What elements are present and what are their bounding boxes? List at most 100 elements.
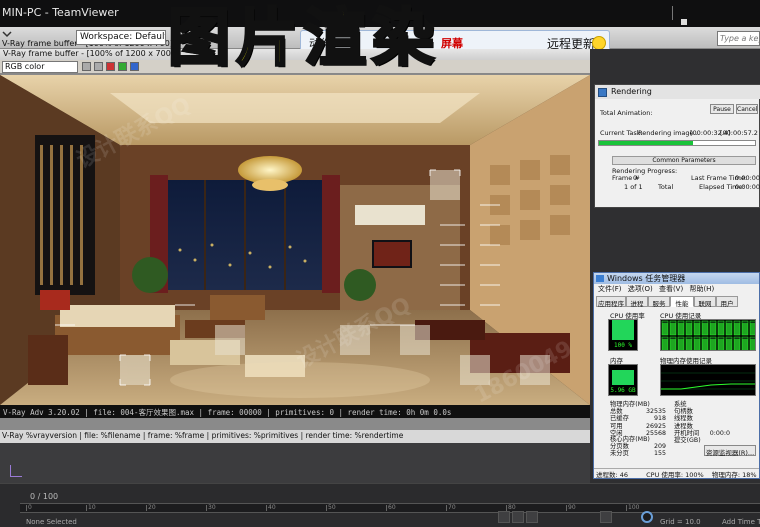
stat-value: 209	[653, 443, 666, 451]
pause-button[interactable]: Pause	[710, 104, 734, 114]
tab-applications[interactable]: 应用程序	[596, 296, 626, 308]
cpu-core-fill	[750, 339, 755, 350]
menu-options[interactable]: 选项(O)	[628, 285, 653, 293]
cpu-core-fill	[710, 323, 716, 335]
common-parameters-header[interactable]: Common Parameters	[612, 156, 756, 165]
timeline-tick-label: 90	[568, 504, 576, 511]
vray-frame-buffer: V-Ray frame buffer - [100% of 1200 x 700…	[0, 49, 590, 444]
cpu-core-fill	[670, 339, 676, 350]
cpu-core-grid	[661, 320, 755, 350]
blue-channel-icon[interactable]	[130, 62, 139, 71]
cpu-usage-meter: 100 %	[608, 319, 638, 351]
memory-history-plot	[661, 372, 755, 390]
stat-key: 已缓存	[610, 415, 629, 423]
kernel-memory-stats: 核心内存(MB) 分页数 209 未分页 155	[610, 436, 666, 458]
workspace-select[interactable]: Workspace: Default	[76, 30, 166, 45]
play-backward-icon[interactable]	[498, 511, 510, 523]
timeline-tick-label: 0	[28, 504, 32, 511]
chevron-down-icon[interactable]	[2, 29, 12, 39]
cpu-core-fill	[750, 323, 755, 335]
render-progress-bar	[598, 140, 756, 146]
cpu-core-fill	[734, 323, 740, 335]
timeline-tick	[146, 505, 147, 511]
menu-view[interactable]: 查看(V)	[659, 285, 683, 293]
kernel-memory-rows: 分页数 209 未分页 155	[610, 443, 666, 457]
restore-icon[interactable]	[681, 19, 687, 25]
stat-value: 32535	[645, 408, 666, 416]
tab-users[interactable]: 用户	[716, 296, 738, 308]
cpu-core-fill	[686, 339, 692, 350]
stat-row: 线程数	[674, 415, 730, 422]
physical-memory-rows: 总数 32535 已缓存 918 可用 26925 空闲 25568	[610, 408, 666, 437]
cpu-core-fill	[662, 323, 668, 335]
add-time-tag-button[interactable]: Add Time Tag	[722, 518, 760, 526]
cpu-core-fill	[710, 339, 716, 350]
stat-value: 26925	[645, 422, 666, 430]
memory-value: 5.96 GB	[610, 387, 636, 394]
teamviewer-title: MIN-PC - TeamViewer	[2, 6, 119, 19]
cpu-core-fill	[694, 323, 700, 335]
play-icon[interactable]	[512, 511, 524, 523]
cpu-core-fill	[686, 323, 692, 335]
cpu-usage-value: 100 %	[613, 342, 633, 349]
timeline-tick-label: 80	[508, 504, 516, 511]
timeline-tick-label: 60	[388, 504, 396, 511]
channel-select[interactable]: RGB color	[2, 61, 78, 73]
max-render-stamp: V-Ray %vrayversion | file: %filename | f…	[0, 430, 590, 443]
frame-counter: 0 / 100	[30, 492, 59, 501]
total-label: Total	[658, 183, 674, 191]
green-channel-icon[interactable]	[118, 62, 127, 71]
cpu-core-fill	[734, 339, 740, 350]
tab-networking[interactable]: 联网	[694, 296, 716, 308]
timeline-tick	[626, 505, 627, 511]
stat-row: 进程数	[674, 423, 730, 430]
tab-processes[interactable]: 进程	[626, 296, 648, 308]
tab-performance[interactable]: 性能	[670, 296, 694, 308]
menu-file[interactable]: 文件(F)	[598, 285, 622, 293]
cpu-usage-fill	[612, 320, 634, 340]
tab-services[interactable]: 服务	[648, 296, 670, 308]
save-icon[interactable]	[82, 62, 91, 71]
key-mode-icon[interactable]	[600, 511, 612, 523]
timeline-tick	[206, 505, 207, 511]
next-frame-icon[interactable]	[526, 511, 538, 523]
living-room-render	[0, 75, 590, 405]
resource-monitor-button[interactable]: 资源监视器(R)...	[704, 445, 756, 457]
cpu-core-fill	[702, 339, 708, 350]
timeline-tick-label: 30	[208, 504, 216, 511]
time-config-knob[interactable]	[641, 511, 653, 523]
stat-row: 未分页 155	[610, 450, 666, 457]
axis-gizmo	[10, 476, 22, 477]
selection-status: None Selected	[26, 518, 77, 526]
cpu-core-fill	[702, 323, 708, 335]
elapsed-time-value: 0:00:00	[735, 183, 760, 191]
render-teapot-icon	[598, 88, 607, 97]
smiley-icon[interactable]	[592, 36, 606, 50]
stat-row: 已缓存 918	[610, 415, 666, 422]
task-manager-icon	[596, 275, 604, 282]
red-channel-icon[interactable]	[106, 62, 115, 71]
cpu-core-fill	[694, 339, 700, 350]
stat-key: 线程数	[674, 415, 693, 423]
vfb-title: V-Ray frame buffer - [100% of 1200 x 700…	[3, 49, 174, 58]
stat-row: 提交(GB)	[674, 437, 730, 444]
stat-key: 进程数	[674, 422, 693, 430]
max-viewport[interactable]	[0, 443, 590, 483]
cpu-core-fill	[678, 339, 684, 350]
memory-history-graph	[660, 364, 756, 396]
cpu-core-fill	[718, 339, 724, 350]
cpu-core-fill	[670, 323, 676, 335]
cpu-status: CPU 使用率: 100%	[646, 471, 704, 479]
cancel-button[interactable]: Cancel	[736, 104, 758, 114]
memory-fill	[612, 370, 634, 385]
menu-help[interactable]: 帮助(H)	[689, 285, 714, 293]
memory-meter: 5.96 GB	[608, 364, 638, 396]
frame-value: 0	[633, 174, 638, 182]
timeline-tick-label: 10	[88, 504, 96, 511]
stat-key: 可用	[610, 422, 623, 430]
cpu-core-fill	[678, 323, 684, 335]
clear-icon[interactable]	[94, 62, 103, 71]
timeline-tick-label: 50	[328, 504, 336, 511]
total-animation-label: Total Animation:	[600, 109, 653, 117]
search-input[interactable]: Type a keyword	[717, 31, 760, 46]
